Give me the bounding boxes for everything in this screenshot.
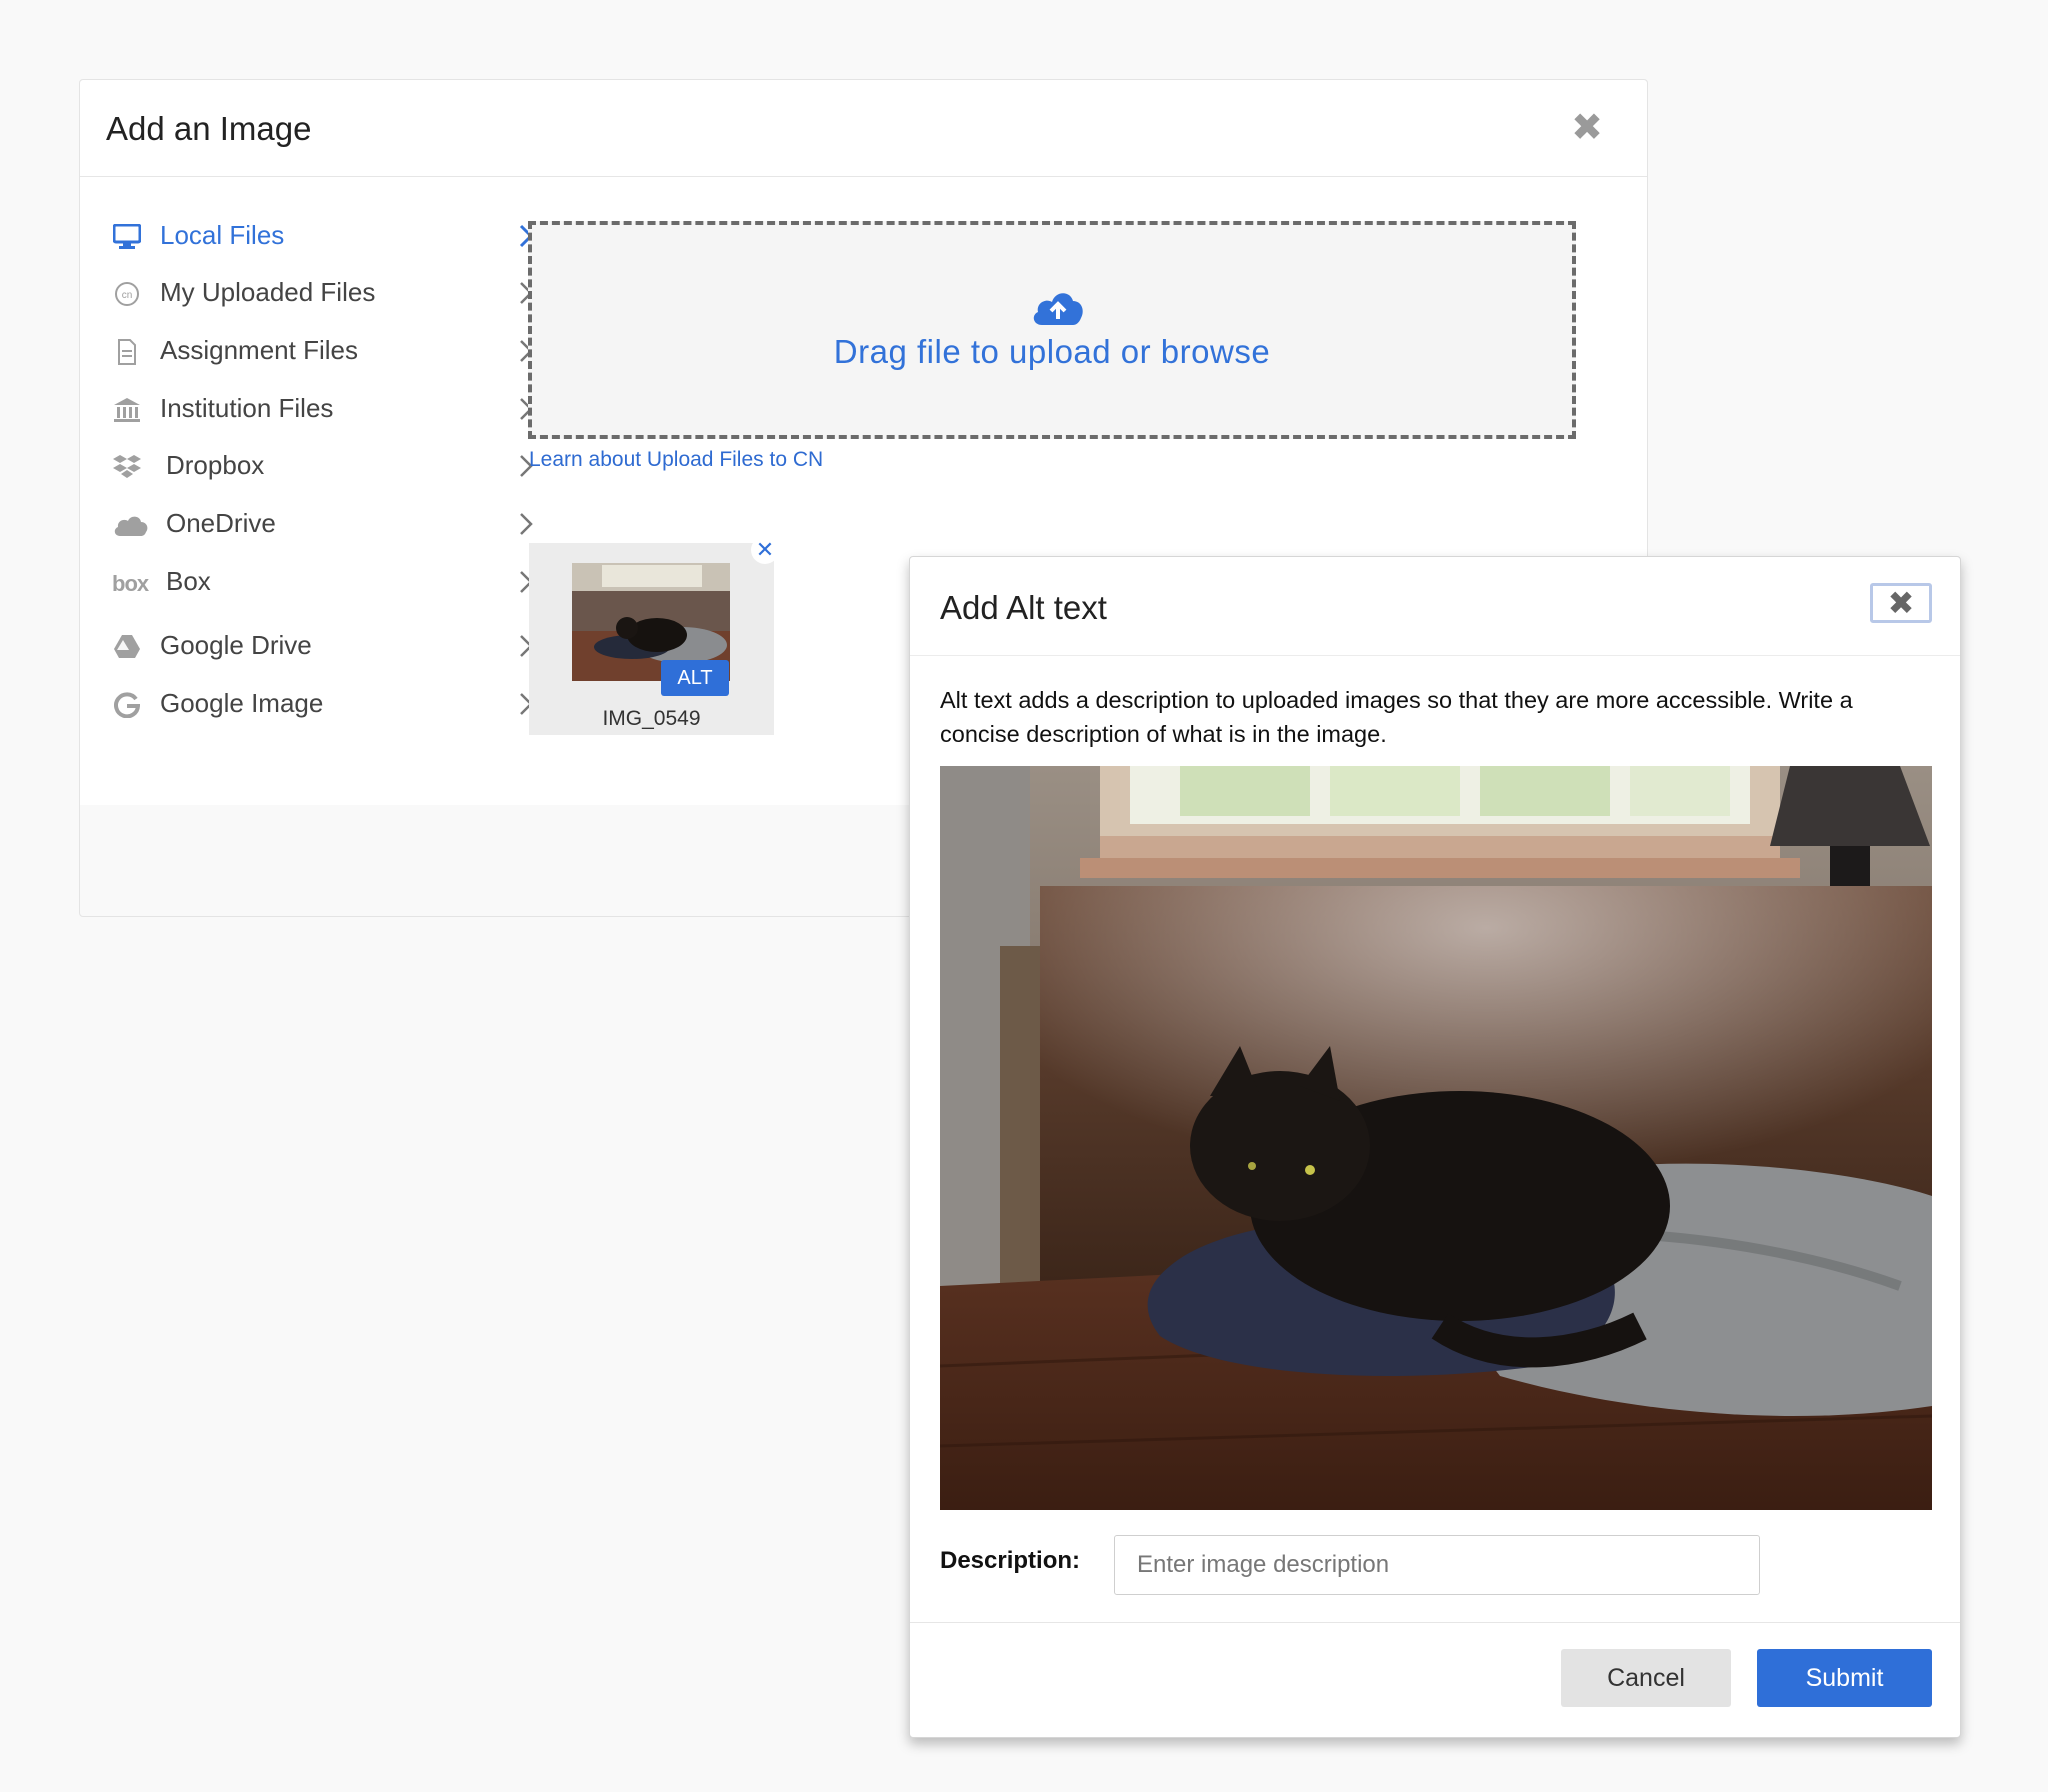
- sidebar-item-label: Google Drive: [160, 630, 312, 660]
- dropbox-icon: [112, 452, 142, 482]
- close-alt-dialog-button[interactable]: ✖: [1870, 583, 1932, 623]
- cancel-button[interactable]: Cancel: [1561, 1649, 1731, 1707]
- svg-text:box: box: [112, 571, 150, 595]
- alt-badge[interactable]: ALT: [661, 660, 729, 696]
- alt-text-instructions: Alt text adds a description to uploaded …: [940, 687, 1853, 747]
- svg-text:cn: cn: [122, 290, 133, 301]
- sidebar-item-label: My Uploaded Files: [160, 277, 376, 307]
- sidebar-item-google-image[interactable]: Google Image: [112, 682, 542, 728]
- sidebar-item-label: Dropbox: [166, 450, 265, 480]
- sidebar-item-label: Institution Files: [160, 393, 334, 423]
- sidebar-item-assignment-files[interactable]: Assignment Files: [112, 329, 542, 375]
- add-alt-text-dialog: Add Alt text ✖ Alt text adds a descripti…: [909, 556, 1961, 1738]
- alt-preview-image: [940, 766, 1932, 1510]
- sidebar-item-institution-files[interactable]: Institution Files: [112, 387, 542, 433]
- alt-dialog-title: Add Alt text: [940, 589, 1107, 626]
- close-dialog-button[interactable]: ✖: [1567, 108, 1607, 148]
- monitor-icon: [112, 222, 142, 252]
- image-description-input[interactable]: [1114, 1535, 1760, 1595]
- box-icon: box: [112, 568, 152, 598]
- dialog-title: Add an Image: [106, 110, 312, 147]
- dropzone-label: Drag file to upload or browse: [833, 333, 1271, 370]
- sidebar-item-label: Box: [166, 566, 211, 596]
- submit-button[interactable]: Submit: [1757, 1649, 1932, 1707]
- sidebar-item-google-drive[interactable]: Google Drive: [112, 624, 542, 670]
- sidebar-item-dropbox[interactable]: Dropbox: [112, 444, 542, 490]
- sidebar-item-label: Local Files: [160, 220, 285, 250]
- sidebar-item-label: Assignment Files: [160, 335, 358, 365]
- google-drive-icon: [112, 632, 142, 662]
- remove-file-button[interactable]: ✕: [751, 536, 779, 564]
- dialog-header: Add an Image ✖: [80, 80, 1647, 177]
- sidebar-item-local-files[interactable]: Local Files: [112, 214, 542, 260]
- google-icon: [112, 690, 142, 720]
- sidebar-item-my-uploaded-files[interactable]: cn My Uploaded Files: [112, 271, 542, 317]
- institution-icon: [112, 395, 142, 425]
- thumbnail-filename: IMG_0549: [602, 707, 701, 730]
- file-drop-zone[interactable]: Drag file to upload or browse: [528, 221, 1576, 439]
- description-label: Description:: [940, 1547, 1081, 1574]
- cloud-icon: [112, 510, 150, 540]
- sidebar-item-box[interactable]: box Box: [112, 560, 542, 606]
- sidebar-item-label: Google Image: [160, 688, 324, 718]
- alt-dialog-header: Add Alt text ✖: [910, 557, 1960, 656]
- learn-upload-link[interactable]: Learn about Upload Files to CN: [529, 448, 823, 472]
- dialog-footer-divider: [910, 1622, 1960, 1624]
- sidebar-item-onedrive[interactable]: OneDrive: [112, 502, 542, 548]
- sidebar-item-label: OneDrive: [166, 508, 276, 538]
- document-icon: [112, 337, 142, 367]
- chevron-right-icon: [516, 510, 536, 538]
- cn-icon: cn: [112, 279, 142, 309]
- cloud-upload-icon: [1030, 287, 1086, 327]
- uploaded-file-thumbnail[interactable]: ALT IMG_0549: [529, 543, 774, 735]
